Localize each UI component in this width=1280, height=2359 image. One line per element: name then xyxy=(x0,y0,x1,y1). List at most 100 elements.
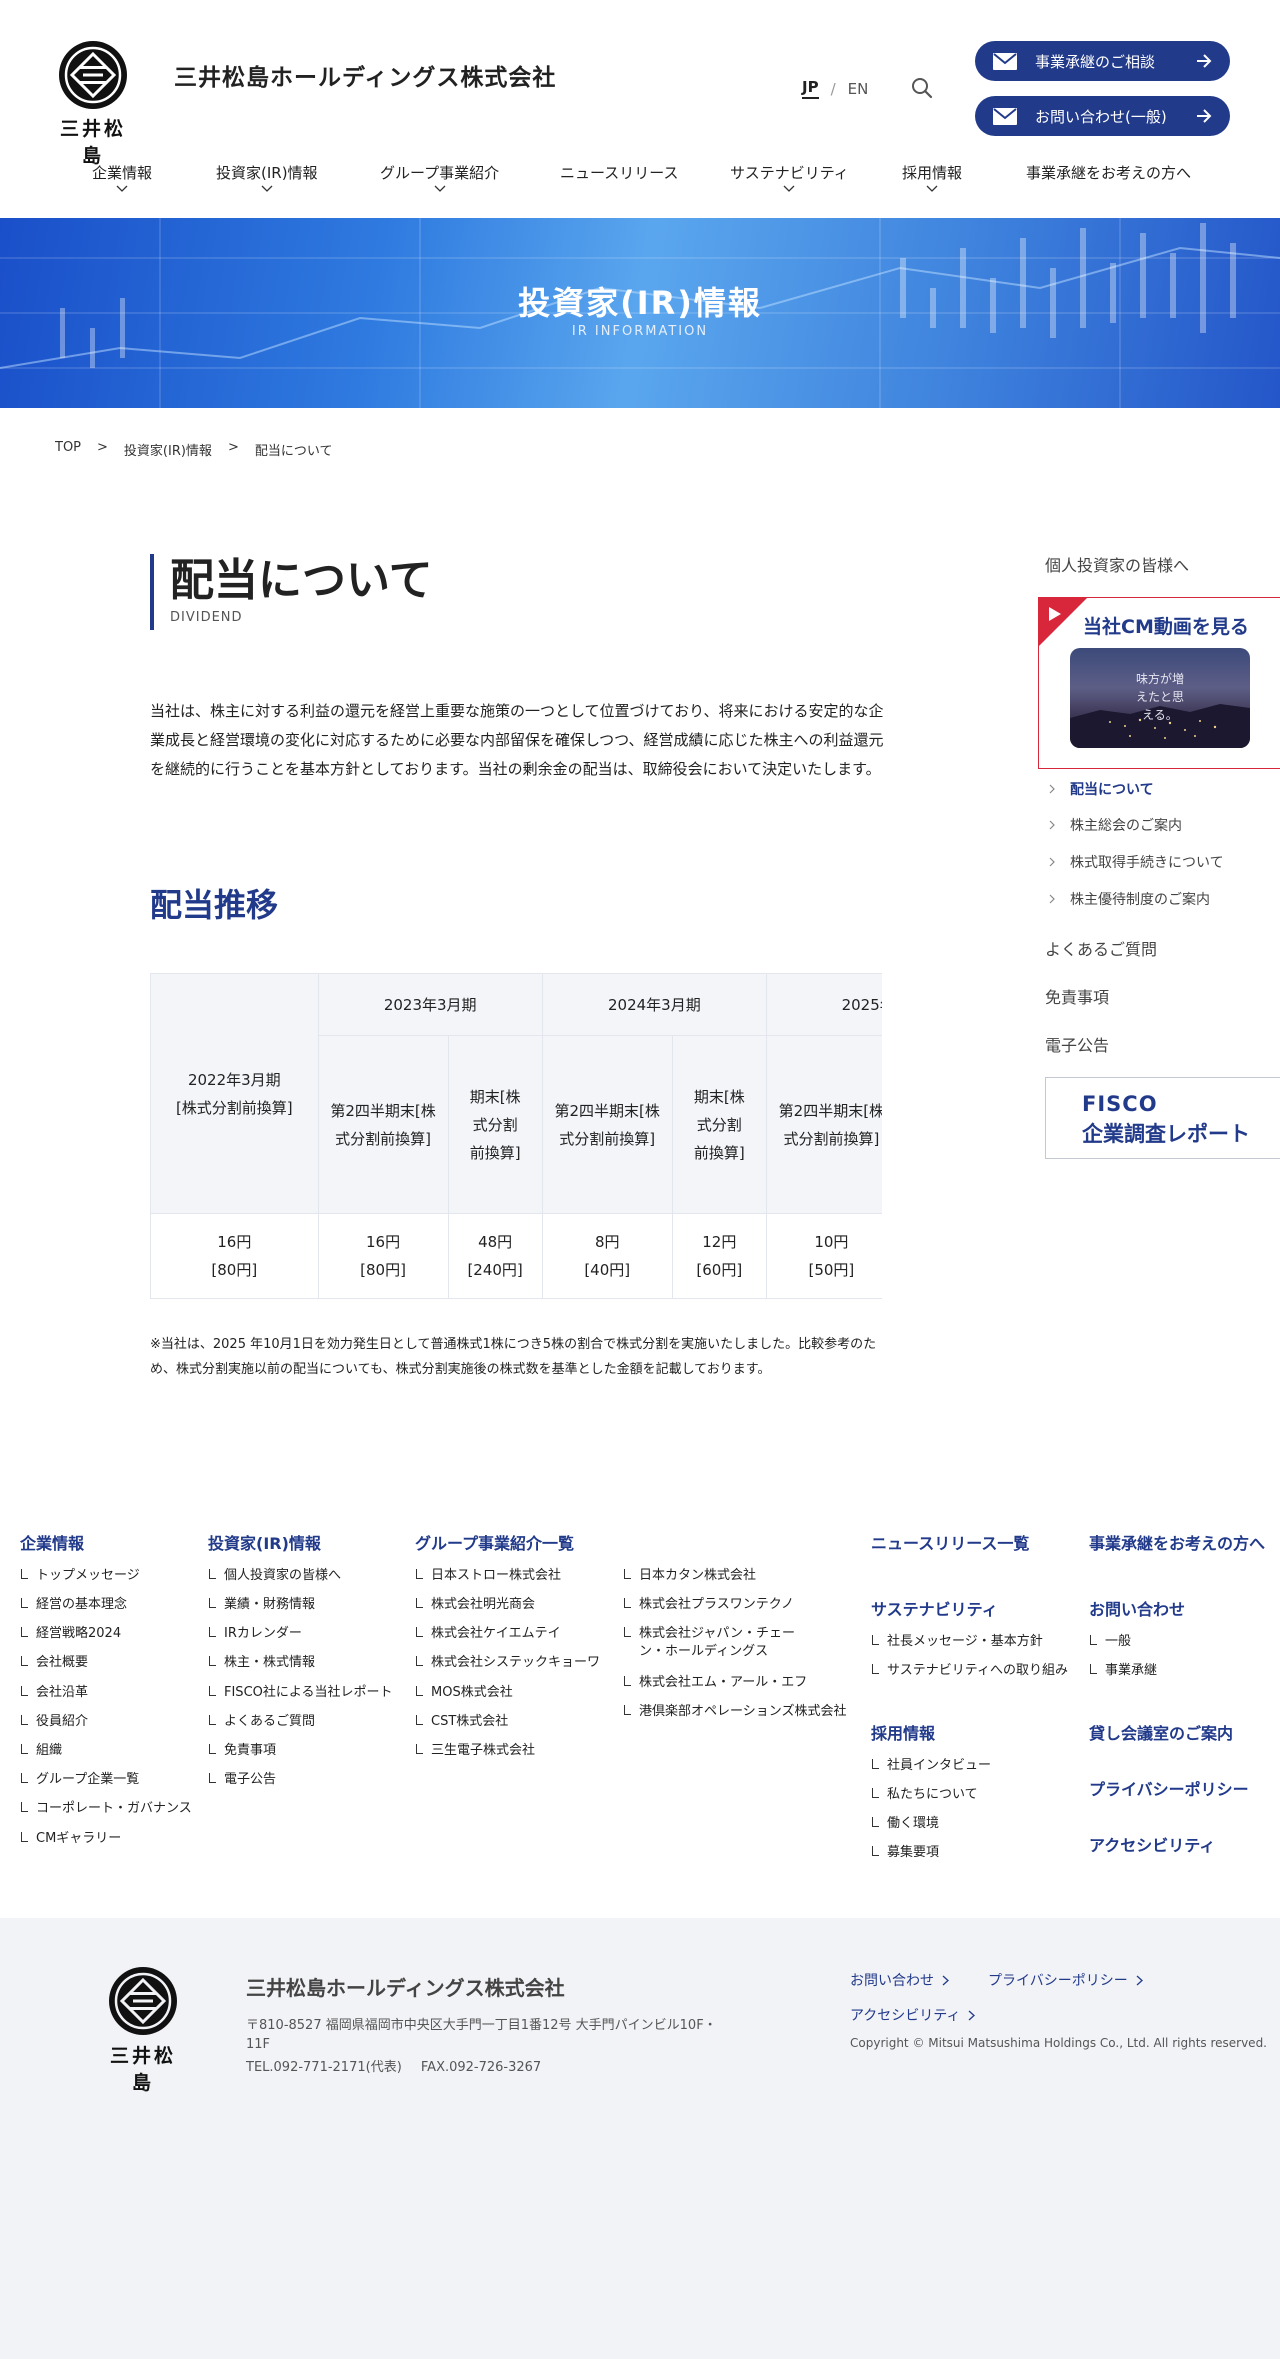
footer-link[interactable]: 役員紹介 xyxy=(20,1713,88,1731)
header-2022: 2022年3月期 xyxy=(187,1070,281,1089)
footer-privacy-link[interactable]: プライバシーポリシー xyxy=(988,1970,1143,1990)
footer-privacy-title[interactable]: プライバシーポリシー xyxy=(1089,1776,1249,1800)
footer-link[interactable]: 事業承継 xyxy=(1089,1662,1157,1680)
breadcrumb-ir[interactable]: 投資家(IR)情報 xyxy=(124,440,212,459)
sidebar-individual-investors[interactable]: 個人投資家の皆様へ xyxy=(1045,552,1189,576)
footer-link[interactable]: 経営の基本理念 xyxy=(20,1596,127,1614)
footer-link[interactable]: 働く環境 xyxy=(871,1815,939,1833)
footer-link[interactable]: 会社沿革 xyxy=(20,1684,88,1702)
footer-link[interactable]: IRカレンダー xyxy=(208,1625,302,1643)
chevron-right-icon xyxy=(942,1975,949,1985)
footer-link[interactable]: トップメッセージ xyxy=(20,1567,140,1585)
footer-company-name: 三井松島ホールディングス株式会社 xyxy=(246,1976,565,2000)
contact-general-button[interactable]: お問い合わせ(一般) xyxy=(975,96,1230,136)
footer-contact-link[interactable]: お問い合わせ xyxy=(850,1970,949,1990)
lang-en-link[interactable]: EN xyxy=(848,80,869,98)
footer-link[interactable]: CST株式会社 xyxy=(415,1713,508,1731)
gnav-corporate[interactable]: 企業情報 xyxy=(92,162,152,193)
footer-link[interactable]: MOS株式会社 xyxy=(415,1684,513,1702)
footer-link[interactable]: 会社概要 xyxy=(20,1654,88,1672)
footer-link[interactable]: 一般 xyxy=(1089,1633,1131,1651)
gnav-recruit[interactable]: 採用情報 xyxy=(902,162,962,193)
footer-link[interactable]: 株式会社明光商会 xyxy=(415,1596,535,1614)
table-row: 16円 [80円] 16円 [80円] 48円 [240円] 8円 [40円] 12円 [… xyxy=(150,1213,882,1299)
sidebar-sub-share-procedure[interactable]: 株式取得手続きについて xyxy=(1048,852,1224,872)
footer-link[interactable]: FISCO社による当社レポート xyxy=(208,1684,392,1702)
footer-news-title[interactable]: ニュースリリース一覧 xyxy=(871,1530,1029,1554)
sidebar-electronic-notice[interactable]: 電子公告 xyxy=(1045,1032,1109,1056)
gnav-label: ニュースリリース xyxy=(560,164,679,182)
dividend-adjusted: [60円] xyxy=(696,1261,743,1279)
footer-link[interactable]: 組織 xyxy=(20,1742,62,1760)
search-icon xyxy=(912,78,933,99)
footer-link[interactable]: グループ企業一覧 xyxy=(20,1771,139,1789)
chevron-down-icon xyxy=(261,185,273,192)
sidebar-sub-label: 配当について xyxy=(1070,782,1154,798)
footer-link[interactable]: 日本ストロー株式会社 xyxy=(415,1567,561,1585)
footer-group-title[interactable]: グループ事業紹介一覧 xyxy=(415,1530,574,1554)
footer-link[interactable]: CMギャラリー xyxy=(20,1830,121,1848)
footer-accessibility-link[interactable]: アクセシビリティ xyxy=(850,2005,976,2025)
footer-link[interactable]: 個人投資家の皆様へ xyxy=(208,1567,341,1585)
footer-accessibility-title[interactable]: アクセシビリティ xyxy=(1089,1832,1215,1856)
gnav-label: 事業承継をお考えの方へ xyxy=(1026,164,1192,182)
footer-link[interactable]: 株式会社エム・アール・エフ xyxy=(623,1674,807,1692)
fisco-report-banner[interactable]: FISCO 企業調査レポート xyxy=(1045,1077,1280,1159)
gnav-succession[interactable]: 事業承継をお考えの方へ xyxy=(1026,162,1191,183)
copyright: Copyright © Mitsui Matsushima Holdings C… xyxy=(850,2036,1267,2050)
footer-link[interactable]: 株式会社ジャパン・チェーン・ホールディングス xyxy=(623,1625,803,1661)
footer-link[interactable]: 免責事項 xyxy=(208,1742,276,1760)
lang-jp-link[interactable]: JP xyxy=(802,78,819,99)
header-2022-adj: [株式分割前換算] xyxy=(175,1098,293,1117)
succession-consult-button[interactable]: 事業承継のご相談 xyxy=(975,41,1230,81)
footer-succession-title[interactable]: 事業承継をお考えの方へ xyxy=(1089,1530,1265,1554)
chevron-down-icon xyxy=(926,185,938,192)
site-logo[interactable]: 三井松島 xyxy=(52,38,134,167)
footer-link[interactable]: 港倶楽部オペレーションズ株式会社 xyxy=(623,1703,846,1721)
cm-video-thumbnail[interactable]: 味方が増えたと思える。 xyxy=(1070,648,1250,748)
dividend-adjusted: [40円] xyxy=(584,1261,631,1279)
breadcrumb-top[interactable]: TOP xyxy=(55,440,81,459)
footer-contact-title[interactable]: お問い合わせ xyxy=(1089,1596,1185,1620)
footer-link[interactable]: 電子公告 xyxy=(208,1771,276,1789)
footer-logo[interactable]: 三井松島 xyxy=(100,1965,186,2094)
footer-link[interactable]: 募集要項 xyxy=(871,1844,939,1862)
footer-recruit-title[interactable]: 採用情報 xyxy=(871,1720,935,1744)
footer-sustain-title[interactable]: サステナビリティ xyxy=(871,1596,998,1620)
footer-link[interactable]: 日本カタン株式会社 xyxy=(623,1567,756,1585)
footer-link[interactable]: 株主・株式情報 xyxy=(208,1654,315,1672)
gnav-sustainability[interactable]: サステナビリティ xyxy=(730,162,849,193)
chevron-down-icon xyxy=(116,185,128,192)
footer-link[interactable]: 経営戦略2024 xyxy=(20,1625,121,1643)
dividend-table-scroll[interactable]: 2022年3月期 [株式分割前換算] 2023年3月期 2024年3月期 202… xyxy=(150,973,882,1323)
footer-link[interactable]: 三生電子株式会社 xyxy=(415,1742,535,1760)
footer-link[interactable]: 社長メッセージ・基本方針 xyxy=(871,1633,1043,1651)
footer-link[interactable]: サステナビリティへの取り組み xyxy=(871,1662,1068,1680)
sidebar-disclaimer[interactable]: 免責事項 xyxy=(1045,984,1109,1008)
table-cell: 48円 [240円] xyxy=(447,1213,543,1299)
table-header-cell: 2022年3月期 [株式分割前換算] xyxy=(150,973,319,1214)
cm-video-card[interactable]: 当社CM動画を見る 味方が増えたと思える。 xyxy=(1038,597,1280,769)
footer-corp-title[interactable]: 企業情報 xyxy=(20,1530,84,1554)
footer-link[interactable]: 社員インタビュー xyxy=(871,1757,991,1775)
footer-ir-title[interactable]: 投資家(IR)情報 xyxy=(208,1530,321,1554)
sidebar-faq[interactable]: よくあるご質問 xyxy=(1045,936,1157,960)
gnav-news[interactable]: ニュースリリース xyxy=(560,162,679,183)
gnav-ir[interactable]: 投資家(IR)情報 xyxy=(216,162,318,193)
footer-link[interactable]: よくあるご質問 xyxy=(208,1713,315,1731)
sidebar-sub-agm[interactable]: 株主総会のご案内 xyxy=(1048,815,1182,835)
footer-link[interactable]: 株式会社プラスワンテクノ xyxy=(623,1596,794,1614)
gnav-label: サステナビリティ xyxy=(730,164,849,182)
page-title-en: DIVIDEND xyxy=(170,610,243,625)
footer-link[interactable]: 株式会社システックキョーワ xyxy=(415,1654,600,1672)
gnav-group[interactable]: グループ事業紹介 xyxy=(380,162,499,193)
footer-link[interactable]: 株式会社ケイエムテイ xyxy=(415,1625,561,1643)
footer-link[interactable]: コーポレート・ガバナンス xyxy=(20,1800,192,1818)
dividend-value: 16円 xyxy=(366,1233,401,1251)
footer-link[interactable]: 私たちについて xyxy=(871,1786,978,1804)
sidebar-sub-dividend[interactable]: 配当について xyxy=(1048,779,1154,799)
footer-link[interactable]: 業績・財務情報 xyxy=(208,1596,315,1614)
sidebar-sub-benefits[interactable]: 株主優待制度のご案内 xyxy=(1048,889,1210,909)
search-button[interactable] xyxy=(910,76,934,100)
footer-rental-title[interactable]: 貸し会議室のご案内 xyxy=(1089,1720,1233,1744)
